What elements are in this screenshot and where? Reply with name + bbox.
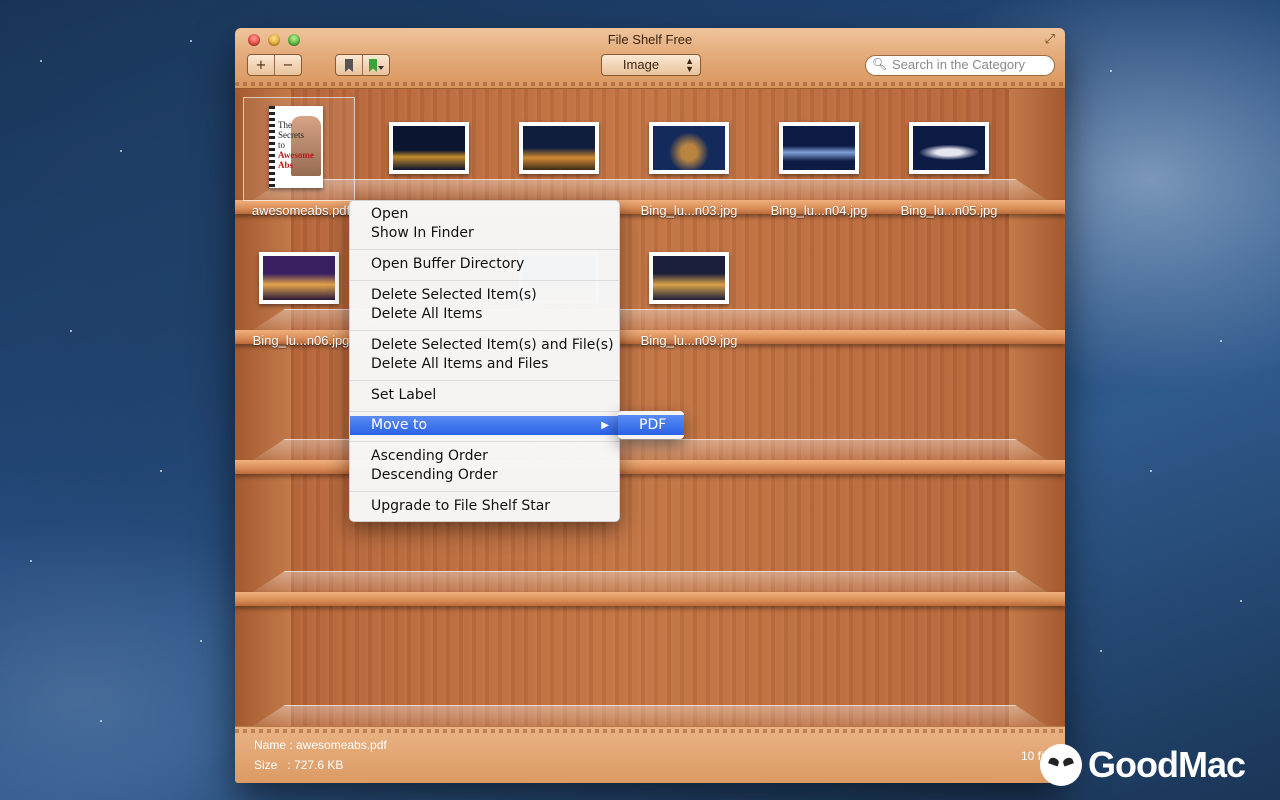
thumbnail-image bbox=[913, 126, 985, 170]
menu-item-delete-selected-and-files[interactable]: Delete Selected Item(s) and File(s) bbox=[350, 336, 619, 355]
shelf-board-4 bbox=[235, 592, 1065, 606]
goodmac-logo-icon bbox=[1040, 744, 1082, 786]
search-input[interactable] bbox=[892, 57, 1047, 72]
add-item-button[interactable]: + bbox=[248, 55, 274, 75]
menu-item-delete-selected[interactable]: Delete Selected Item(s) bbox=[350, 286, 619, 305]
menu-item-delete-all[interactable]: Delete All Items bbox=[350, 305, 619, 324]
menu-separator bbox=[350, 380, 619, 381]
menu-item-upgrade[interactable]: Upgrade to File Shelf Star bbox=[350, 497, 619, 516]
selected-name: Name : awesomeabs.pdf bbox=[254, 738, 387, 752]
menu-separator bbox=[350, 280, 619, 281]
menu-separator bbox=[350, 441, 619, 442]
thumbnail-image bbox=[263, 256, 335, 300]
cover-line: to bbox=[278, 140, 286, 150]
menu-item-delete-all-and-files[interactable]: Delete All Items and Files bbox=[350, 355, 619, 374]
search-icon: 🔍︎ bbox=[872, 57, 888, 71]
window-title: File Shelf Free bbox=[607, 32, 693, 47]
shelf-glass-5 bbox=[253, 705, 1047, 726]
bookmark-icon bbox=[345, 58, 353, 72]
menu-separator bbox=[350, 411, 619, 412]
updown-arrows-icon: ▲ ▼ bbox=[685, 56, 694, 74]
move-to-submenu: PDF bbox=[618, 411, 684, 439]
add-remove-group: + − bbox=[247, 54, 302, 76]
menu-item-set-label[interactable]: Set Label bbox=[350, 386, 619, 405]
context-menu: Open Show In Finder Open Buffer Director… bbox=[349, 200, 620, 522]
watermark: GoodMac bbox=[1040, 742, 1246, 788]
image-thumbnail[interactable] bbox=[389, 122, 469, 174]
pdf-thumbnail[interactable]: The Secrets to Awesome Abs bbox=[269, 106, 323, 188]
menu-item-open-buffer-directory[interactable]: Open Buffer Directory bbox=[350, 255, 619, 274]
file-label: Bing_lu...n05.jpg bbox=[900, 203, 998, 218]
cover-line: Abs bbox=[278, 160, 294, 170]
menu-item-open[interactable]: Open bbox=[350, 205, 619, 224]
info-footer: Name : awesomeabs.pdf Size : 727.6 KB 10… bbox=[235, 726, 1065, 783]
image-thumbnail[interactable] bbox=[649, 252, 729, 304]
bookmark-menu-button[interactable] bbox=[362, 55, 389, 75]
image-thumbnail[interactable] bbox=[909, 122, 989, 174]
remove-item-button[interactable]: − bbox=[274, 55, 301, 75]
thumbnail-image bbox=[653, 256, 725, 300]
thumbnail-image bbox=[783, 126, 855, 170]
cover-text: The Secrets to Awesome Abs bbox=[278, 120, 320, 170]
menu-item-ascending-order[interactable]: Ascending Order bbox=[350, 447, 619, 466]
bookmark-group bbox=[335, 54, 390, 76]
bookmark-add-icon bbox=[369, 58, 384, 72]
image-thumbnail[interactable] bbox=[649, 122, 729, 174]
thumbnail-image bbox=[523, 126, 595, 170]
selected-size: Size : 727.6 KB bbox=[254, 758, 344, 772]
file-label: Bing_lu...n06.jpg bbox=[252, 333, 350, 348]
image-thumbnail[interactable] bbox=[779, 122, 859, 174]
cover-line: The bbox=[278, 120, 292, 130]
menu-separator bbox=[350, 330, 619, 331]
shelf-glass-4 bbox=[253, 571, 1047, 592]
bookmark-button[interactable] bbox=[336, 55, 362, 75]
category-popup-label: Image bbox=[622, 57, 660, 72]
file-label: Bing_lu...n09.jpg bbox=[640, 333, 738, 348]
menu-item-move-to-label: Move to bbox=[371, 417, 428, 433]
file-label: awesomeabs.pdf bbox=[251, 203, 351, 218]
title-bar: File Shelf Free ⤢ + − Image ▲ ▼ 🔍︎ bbox=[235, 28, 1065, 89]
file-label: Bing_lu...n04.jpg bbox=[770, 203, 868, 218]
menu-item-show-in-finder[interactable]: Show In Finder bbox=[350, 224, 619, 243]
image-thumbnail[interactable] bbox=[519, 122, 599, 174]
submenu-item-pdf[interactable]: PDF bbox=[618, 415, 684, 435]
fullscreen-icon[interactable]: ⤢ bbox=[1045, 32, 1055, 47]
image-thumbnail[interactable] bbox=[259, 252, 339, 304]
menu-item-move-to[interactable]: Move to ▶ bbox=[350, 416, 619, 435]
menu-separator bbox=[350, 249, 619, 250]
menu-separator bbox=[350, 491, 619, 492]
cover-line: Secrets bbox=[278, 130, 304, 140]
binding-strip bbox=[269, 106, 275, 188]
watermark-text: GoodMac bbox=[1088, 744, 1246, 785]
menu-item-descending-order[interactable]: Descending Order bbox=[350, 466, 619, 485]
search-field[interactable]: 🔍︎ bbox=[865, 55, 1055, 76]
cover-line: Awesome bbox=[278, 150, 314, 160]
submenu-arrow-icon: ▶ bbox=[601, 420, 609, 431]
thumbnail-image bbox=[653, 126, 725, 170]
file-label: Bing_lu...n03.jpg bbox=[640, 203, 738, 218]
thumbnail-image bbox=[393, 126, 465, 170]
category-popup[interactable]: Image ▲ ▼ bbox=[601, 54, 701, 76]
shelf-glass-1 bbox=[253, 179, 1047, 200]
